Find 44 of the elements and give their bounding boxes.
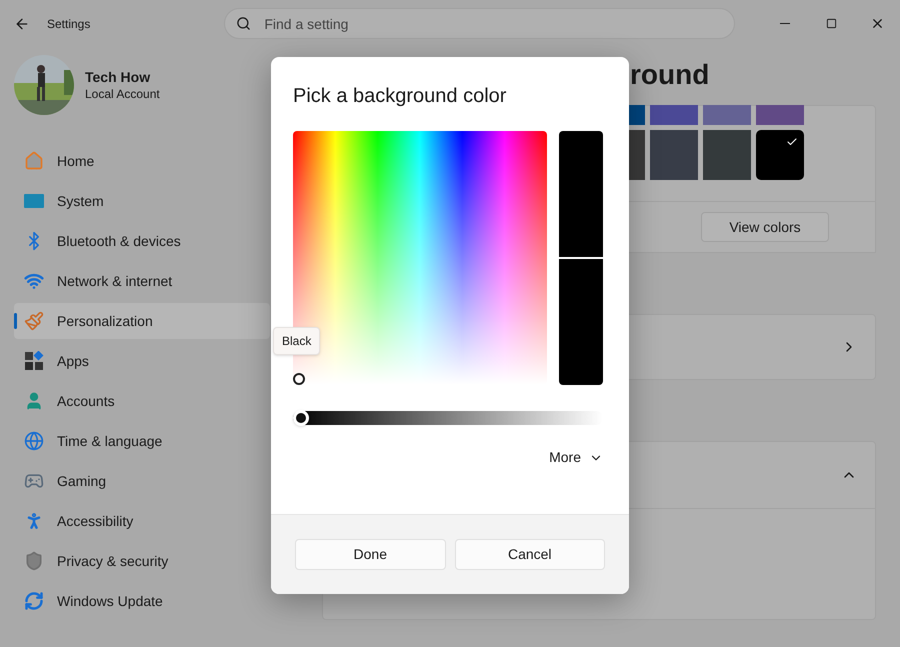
shield-icon: [24, 551, 44, 571]
window-title: Settings: [47, 16, 90, 32]
refresh-icon: [24, 591, 44, 611]
user-name: Tech How: [85, 68, 152, 86]
account-type: Local Account: [85, 86, 160, 102]
maximize-icon: [826, 18, 836, 29]
sidebar-item[interactable]: Home: [14, 143, 270, 179]
sidebar-item[interactable]: System: [14, 183, 270, 219]
check-icon: [786, 136, 798, 148]
globe-icon: [24, 431, 44, 451]
sidebar-item[interactable]: Apps: [14, 343, 270, 379]
search-icon: [236, 16, 252, 31]
sidebar-item[interactable]: Bluetooth & devices: [14, 223, 270, 259]
sidebar-item[interactable]: Privacy & security: [14, 543, 270, 579]
search-field[interactable]: Find a setting: [224, 8, 736, 39]
sidebar-item[interactable]: Personalization: [14, 303, 270, 339]
sidebar-item[interactable]: Windows Update: [14, 583, 270, 619]
color-swatch[interactable]: [756, 130, 804, 180]
color-swatch[interactable]: [756, 105, 804, 125]
minimize-icon: [780, 23, 790, 24]
color-swatch[interactable]: [703, 105, 751, 125]
sidebar-item[interactable]: Time & language: [14, 423, 270, 459]
color-swatch[interactable]: [703, 130, 751, 180]
cancel-button[interactable]: Cancel: [454, 539, 605, 570]
selection-indicator: [14, 313, 17, 329]
view-colors-button[interactable]: View colors: [701, 212, 829, 242]
monitor-icon: [24, 193, 44, 209]
sidebar-item[interactable]: Gaming: [14, 463, 270, 499]
brush-icon: [24, 311, 44, 331]
color-swatch[interactable]: [650, 130, 698, 180]
color-swatch[interactable]: [650, 105, 698, 125]
sidebar-item[interactable]: Accounts: [14, 383, 270, 419]
tooltip: Black: [273, 327, 320, 355]
wifi-icon: [24, 271, 44, 291]
page-heading: round: [630, 58, 710, 92]
slider-thumb[interactable]: [293, 410, 309, 426]
sidebar-item[interactable]: Network & internet: [14, 263, 270, 299]
apps-icon: [24, 351, 44, 371]
spectrum-handle[interactable]: [293, 373, 305, 385]
done-button[interactable]: Done: [295, 539, 446, 570]
dialog-title: Pick a background color: [293, 84, 508, 109]
house-icon: [24, 151, 44, 171]
more-button[interactable]: More: [549, 447, 607, 468]
sidebar-item[interactable]: Accessibility: [14, 503, 270, 539]
